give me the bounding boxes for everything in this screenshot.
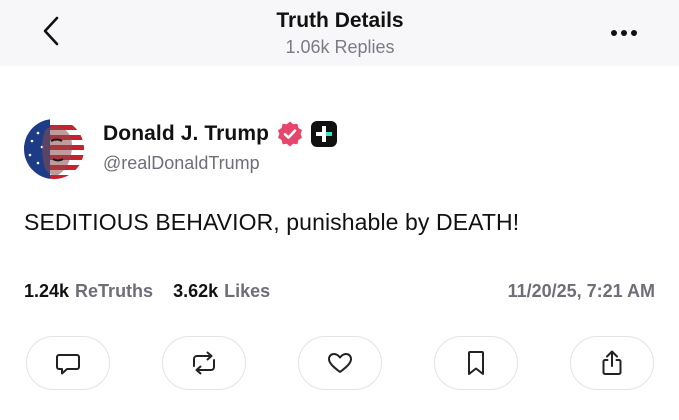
post-stats: 1.24k ReTruths 3.62k Likes (24, 281, 270, 302)
back-button[interactable] (34, 14, 68, 52)
likes-count[interactable]: 3.62k (173, 281, 218, 302)
author-name[interactable]: Donald J. Trump (103, 122, 269, 146)
more-horizontal-icon (610, 24, 638, 42)
reply-count: 1.06k Replies (285, 37, 395, 57)
header-bar: Truth Details 1.06k Replies (0, 0, 679, 66)
header-title-group: Truth Details 1.06k Replies (140, 8, 540, 59)
share-button[interactable] (570, 336, 654, 390)
action-bar (26, 336, 654, 390)
retruth-button[interactable] (162, 336, 246, 390)
more-options-button[interactable] (604, 20, 644, 46)
retruths-count[interactable]: 1.24k (24, 281, 69, 302)
truth-plus-badge-icon (310, 120, 338, 148)
reply-button[interactable] (26, 336, 110, 390)
chevron-left-icon (40, 15, 62, 52)
page-title: Truth Details (276, 9, 404, 32)
post-timestamp: 11/20/25, 7:21 AM (507, 281, 655, 301)
like-icon (326, 349, 354, 377)
author-row: Donald J. Trump (103, 118, 338, 150)
post-text: SEDITIOUS BEHAVIOR, punishable by DEATH! (24, 209, 520, 235)
bookmark-icon (464, 349, 488, 377)
reply-icon (54, 349, 82, 377)
retruths-label[interactable]: ReTruths (75, 281, 153, 302)
author-handle[interactable]: @realDonaldTrump (103, 153, 260, 174)
bookmark-button[interactable] (434, 336, 518, 390)
retruth-icon (189, 349, 219, 377)
likes-label[interactable]: Likes (224, 281, 270, 302)
share-icon (599, 349, 625, 377)
like-button[interactable] (298, 336, 382, 390)
verified-badge-icon (276, 120, 304, 148)
avatar[interactable] (24, 119, 84, 179)
